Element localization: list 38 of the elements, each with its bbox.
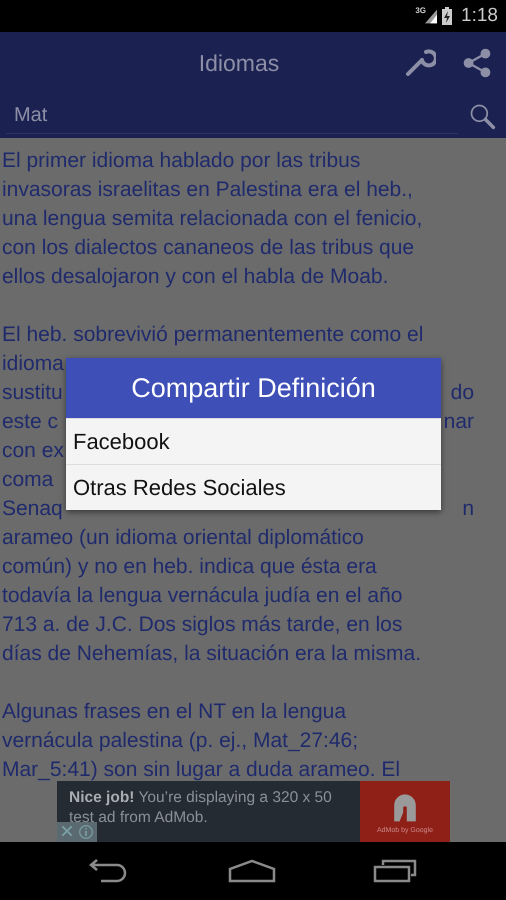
article-text: sustitu [2,380,63,406]
network-label: 3G [415,6,426,15]
article-text: vernácula palestina (p. ej., Mat_27:46; [2,728,358,754]
recent-apps-icon[interactable] [373,859,418,883]
article-text: todavía la lengua vernácula judía en el año [2,583,402,609]
article-text: Senaq [2,496,63,522]
signal-icon [425,8,438,24]
share-option[interactable]: Otras Redes Sociales [66,464,441,510]
article-text: con los dialectos cananeos de las tribus que [2,235,414,261]
search-bar[interactable]: Mat [0,94,506,138]
ad-text: Nice job! You’re displaying a 320 x 50 test ad from AdMob. [68,788,333,828]
article-text: coma [2,467,54,493]
article-text: arameo (un idioma oriental diplomático [2,525,364,551]
article-text: este c [2,409,58,435]
article-text: idioma [2,351,64,377]
clock: 1:18 [461,5,498,27]
article-text: n [462,496,474,522]
article-text: común) y no en heb. indica que ésta era [2,554,377,580]
article-text: Mar_5:41) son sin lugar a duda arameo. El [2,757,400,783]
home-icon[interactable] [228,859,276,883]
battery-icon [442,7,452,25]
app-title: Idiomas [198,50,280,76]
article-text: una lengua semita relacionada con el fenicio, [2,206,422,232]
article-text: Algunas frases en el NT en la lengua [2,699,346,725]
article-text: 713 a. de J.C. Dos siglos más tarde, en los [2,612,402,638]
article-text: con ex [2,438,64,464]
article-text: El primer idioma hablado por las tribus [2,148,360,174]
share-icon[interactable] [462,48,492,78]
article-text: nar [444,409,474,435]
article-text: ellos desalojaron y con el habla de Moab. [2,264,388,290]
dialog-title: Compartir Definición [66,358,441,418]
article-text: invasoras israelitas en Palestina era el heb., [2,177,413,203]
wrench-icon[interactable] [404,47,436,79]
article-text: do [450,380,474,406]
search-icon[interactable] [468,102,496,130]
share-option[interactable]: Facebook [66,418,441,464]
article-text: días de Nehemías, la situación era la misma. [2,641,422,667]
article-text: El heb. sobrevivió permanentemente como el [2,322,424,348]
